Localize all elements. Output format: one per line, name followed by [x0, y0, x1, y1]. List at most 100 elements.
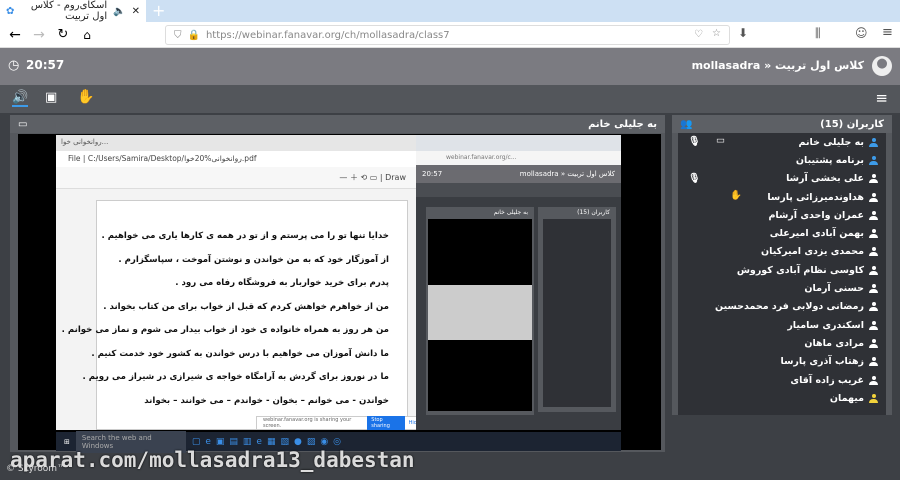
user-name: علی بخشی آرشا	[786, 173, 864, 185]
reload-icon[interactable]: ↻	[54, 27, 72, 42]
url-bar[interactable]: ⛉ 🔒 https://webinar.fanavar.org/ch/mollas…	[165, 25, 730, 45]
user-icon	[869, 284, 878, 294]
screen-icon[interactable]: ▭	[716, 135, 725, 146]
user-name: بهمن آبادی امیرعلی	[769, 228, 864, 240]
user-list: 🎙 ▭ به جلیلی خانم برنامه پشتیبان 🎙 علی بخشی آ…	[678, 133, 886, 415]
user-list-item[interactable]: زهتاب آذری پارسا	[678, 353, 886, 371]
stop-sharing-button[interactable]: Stop sharing	[367, 416, 405, 430]
user-list-item[interactable]: برنامه پشتیبان	[678, 151, 886, 169]
bookmark-icon[interactable]: ☆	[712, 28, 721, 39]
home-icon[interactable]: ⌂	[78, 28, 96, 42]
account-icon[interactable]: ☺	[855, 26, 868, 40]
user-name: محمدی یزدی امیرکیان	[761, 246, 864, 258]
raise-hand-button[interactable]: ✋	[77, 89, 94, 105]
clock-icon: ◷	[8, 58, 20, 73]
user-list-item[interactable]: 🎙 علی بخشی آرشا	[678, 170, 886, 188]
shield-icon: ⛉	[174, 29, 182, 41]
tab-title: اسکای‌روم - کلاس اول تربیت	[30, 0, 108, 22]
sharing-notice-text: webinar.fanavar.org is sharing your scre…	[263, 417, 352, 429]
user-list-item[interactable]: 🎙 ▭ به جلیلی خانم	[678, 133, 886, 151]
user-icon	[869, 229, 878, 239]
url-path: /ch/mollasadra/class7	[341, 29, 450, 41]
text-line: از آموزگار خود که به من خواندن و نوشتن آ…	[118, 254, 389, 265]
microphone-icon[interactable]: 🎙	[688, 136, 700, 147]
pdf-path: File | C:/Users/Samira/Desktop/روانخوانی…	[56, 151, 416, 167]
close-tab-icon[interactable]: ✕	[132, 6, 140, 17]
user-list-item[interactable]: عمران واحدی آرشام	[678, 206, 886, 224]
user-list-item[interactable]: میهمان	[678, 389, 886, 407]
users-icon: 👥	[680, 118, 693, 130]
user-name: رمضانی دولابی فرد محمدحسین	[715, 301, 864, 313]
speaker-button[interactable]: 🔊	[12, 90, 29, 107]
avatar-icon[interactable]: ●	[872, 56, 892, 76]
menu-button[interactable]: ≡	[875, 89, 888, 107]
skyroom-brand: © Skyroom™	[6, 464, 67, 474]
back-icon[interactable]: ←	[6, 27, 24, 43]
user-list-item[interactable]: رمضانی دولابی فرد محمدحسین	[678, 298, 886, 316]
sharing-notice: webinar.fanavar.org is sharing your scre…	[256, 416, 421, 430]
user-icon	[869, 247, 878, 257]
skyroom-favicon-icon: ✿	[6, 5, 15, 17]
user-name: اسکندری سامیار	[787, 319, 864, 331]
text-line: من هر روز به همراه خانواده ی خود از خواب…	[61, 325, 389, 335]
toolbar: 🔊 ▣ ✋ ≡	[0, 85, 900, 113]
watermark: aparat.com/mollasadra13_dabestan	[10, 448, 415, 472]
user-icon	[869, 210, 878, 220]
screen-share-button[interactable]: ▣	[45, 90, 57, 105]
user-icon	[869, 155, 878, 165]
user-list-item[interactable]: مرادی ماهان	[678, 334, 886, 352]
nested-title: mollasadra » کلاس اول تربیت	[519, 170, 615, 178]
url-host: https://webinar.fanavar.org	[205, 29, 342, 41]
session-time: 20:57	[26, 58, 65, 72]
user-list-item[interactable]: بهمن آبادی امیرعلی	[678, 224, 886, 242]
user-name: برنامه پشتیبان	[795, 154, 864, 166]
windows-start-icon[interactable]: ⊞	[64, 438, 70, 446]
user-name: هداوندمیرزائی پارسا	[767, 191, 864, 203]
user-name: به جلیلی خانم	[798, 136, 864, 148]
taskbar-app-icons: ▢e▣▤▥e▦▧●▨◉◎	[191, 436, 347, 447]
pocket-icon[interactable]: ♡	[694, 29, 703, 40]
text-line: خدایا تنها تو را می پرستم و از تو در همه…	[101, 231, 389, 241]
speaker-icon: 🔈	[113, 5, 126, 17]
text-line: ما در نوروز برای گردش به آرامگاه خواجه ی…	[82, 372, 389, 382]
user-name: زهتاب آذری پارسا	[780, 356, 864, 368]
user-name: حسنی آرمان	[804, 283, 864, 295]
microphone-icon[interactable]: 🎙	[688, 173, 700, 184]
presenter-name: به جلیلی خانم	[588, 118, 657, 130]
users-panel-header: 👥 کاربران (15)	[672, 115, 892, 133]
lock-icon: 🔒	[187, 29, 200, 41]
user-icon	[869, 174, 878, 184]
user-list-item[interactable]: غریب زاده آقای	[678, 371, 886, 389]
breadcrumb: mollasadra » کلاس اول تربیت	[691, 59, 864, 72]
user-list-item[interactable]: کاوسی نظام آبادی کوروش	[678, 261, 886, 279]
pdf-page: خدایا تنها تو را می پرستم و از تو در همه…	[61, 200, 408, 430]
draw-button[interactable]: Draw	[385, 173, 406, 182]
user-name: غریب زاده آقای	[790, 374, 864, 386]
browser-tab-bar: ✿ اسکای‌روم - کلاس اول تربیت 🔈 ✕ +	[0, 0, 900, 22]
pdf-toolbar: — ＋ ⟲ ▭ | Draw	[56, 167, 416, 189]
text-line: خواندن - می خوانم – بخوان - خواندم – می …	[144, 395, 389, 406]
user-icon	[869, 137, 878, 147]
user-icon	[869, 357, 878, 367]
browser-tab[interactable]: ✿ اسکای‌روم - کلاس اول تربیت 🔈 ✕	[0, 0, 146, 22]
presenter-panel-header: ▭ به جلیلی خانم	[10, 115, 665, 133]
nested-time: 20:57	[422, 170, 443, 178]
user-list-item[interactable]: ✋ هداوندمیرزائی پارسا	[678, 188, 886, 206]
user-name: میهمان	[829, 392, 864, 404]
user-list-item[interactable]: محمدی یزدی امیرکیان	[678, 243, 886, 261]
user-list-item[interactable]: اسکندری سامیار	[678, 316, 886, 334]
download-icon[interactable]: ⬇	[738, 26, 748, 40]
library-icon[interactable]: ⫼	[815, 26, 821, 41]
pdf-tab: روانخوانی خوا...	[56, 135, 416, 151]
text-line: من از خواهرم خواهش کردم که قبل از خواب ب…	[103, 301, 389, 312]
user-icon	[869, 320, 878, 330]
menu-icon[interactable]: ≡	[882, 25, 893, 40]
new-tab-button[interactable]: +	[152, 1, 165, 20]
forward-icon[interactable]: →	[30, 27, 48, 43]
monitor-icon: ▭	[18, 118, 28, 130]
user-icon	[869, 375, 878, 385]
user-list-item[interactable]: حسنی آرمان	[678, 279, 886, 297]
text-line: ما دانش آموزان می خواهیم با درس خواندن ب…	[91, 348, 389, 359]
nested-browser-window: webinar.fanavar.org/c... 20:57 mollasadr…	[416, 135, 621, 430]
users-count: کاربران (15)	[820, 118, 884, 130]
